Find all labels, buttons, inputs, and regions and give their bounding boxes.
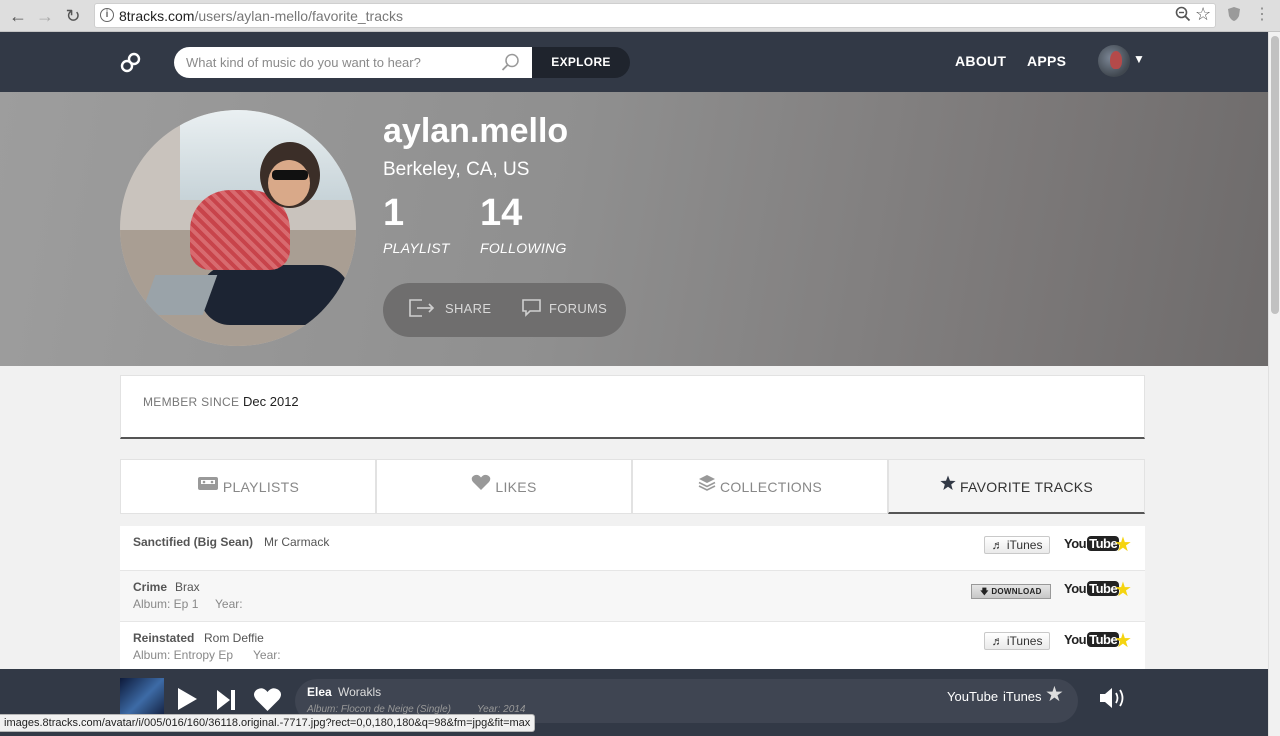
zoom-icon[interactable]: [1175, 6, 1191, 26]
about-link[interactable]: ABOUT: [955, 53, 1006, 69]
track-artist: Brax: [175, 580, 200, 594]
profile-actions: SHARE FORUMS: [383, 283, 626, 337]
browser-menu-icon[interactable]: ⋮: [1253, 4, 1271, 23]
track-artist: Rom Deffie: [204, 631, 264, 645]
play-icon[interactable]: [176, 687, 198, 716]
heart-icon: [471, 459, 491, 514]
url-text: 8tracks.com/users/aylan-mello/favorite_t…: [119, 8, 403, 24]
tab-playlists-label: PLAYLISTS: [222, 479, 300, 495]
extension-shield-icon[interactable]: [1225, 6, 1243, 24]
youtube-button[interactable]: You Tube: [1064, 581, 1120, 599]
track-year: Year:: [253, 648, 281, 662]
star-icon: [940, 459, 956, 514]
apps-link[interactable]: APPS: [1027, 53, 1066, 69]
explore-button[interactable]: EXPLORE: [532, 47, 630, 78]
download-label: DOWNLOAD: [991, 587, 1042, 596]
tab-collections[interactable]: COLLECTIONS: [632, 459, 888, 514]
status-url: images.8tracks.com/avatar/i/005/016/160/…: [0, 714, 536, 732]
user-avatar[interactable]: [1098, 45, 1130, 77]
caret-down-icon[interactable]: ▼: [1133, 52, 1145, 66]
member-since-value: Dec 2012: [243, 394, 299, 409]
itunes-label: iTunes: [1006, 538, 1043, 552]
avatar-photo-figure: [200, 265, 350, 325]
now-playing-artist: Worakls: [338, 685, 382, 699]
itunes-label: iTunes: [1006, 634, 1043, 648]
member-info-panel: MEMBER SINCE Dec 2012: [120, 375, 1145, 439]
youtube-button[interactable]: You Tube: [1064, 536, 1120, 554]
tab-favorite-tracks[interactable]: FAVORITE TRACKS: [888, 459, 1145, 514]
profile-hero: aylan.mello Berkeley, CA, US 1 PLAYLIST …: [0, 92, 1268, 366]
youtube-you: You: [1064, 632, 1087, 647]
reload-icon[interactable]: ↻: [61, 4, 85, 28]
player-youtube-link[interactable]: YouTube: [947, 689, 998, 704]
tab-favorite-tracks-label: FAVORITE TRACKS: [959, 479, 1094, 495]
track-artist: Mr Carmack: [264, 535, 330, 549]
profile-username: aylan.mello: [383, 112, 569, 150]
track-row: Sanctified (Big Sean) Mr Carmack ♬ iTune…: [120, 526, 1145, 571]
player-itunes-link[interactable]: iTunes: [1003, 689, 1042, 704]
profile-tabs: PLAYLISTS LIKES COLLECTIONS FAVORITE TRA…: [120, 459, 1145, 514]
member-since-label: MEMBER SINCE: [143, 395, 240, 409]
youtube-you: You: [1064, 536, 1087, 551]
favorite-star-icon[interactable]: ★: [1114, 532, 1132, 557]
playlist-count[interactable]: 1: [383, 192, 404, 235]
youtube-you: You: [1064, 581, 1087, 596]
following-label[interactable]: FOLLOWING: [480, 240, 567, 256]
track-title: Reinstated: [133, 631, 195, 645]
skip-icon[interactable]: [215, 689, 237, 716]
track-row: Crime Brax Album: Ep 1 Year: 🡇 DOWNLOAD …: [120, 571, 1145, 622]
share-icon[interactable]: [408, 298, 436, 318]
search-placeholder: What kind of music do you want to hear?: [186, 55, 421, 70]
forward-icon[interactable]: →: [33, 4, 57, 28]
track-row: Reinstated Rom Deffie Album: Entropy Ep …: [120, 622, 1145, 670]
tab-collections-label: COLLECTIONS: [719, 479, 823, 495]
track-album: Album: Ep 1: [133, 597, 199, 611]
site-header: What kind of music do you want to hear? …: [0, 32, 1268, 92]
youtube-button[interactable]: You Tube: [1064, 632, 1120, 650]
itunes-button[interactable]: ♬ iTunes: [984, 632, 1050, 650]
url-host: 8tracks.com: [119, 8, 195, 24]
download-button[interactable]: 🡇 DOWNLOAD: [971, 584, 1051, 599]
scrollbar-thumb[interactable]: [1271, 36, 1279, 314]
address-bar[interactable]: i 8tracks.com/users/aylan-mello/favorite…: [94, 3, 1216, 28]
now-playing-title: Elea: [307, 685, 332, 699]
track-title: Crime: [133, 580, 168, 594]
playlist-label[interactable]: PLAYLIST: [383, 240, 450, 256]
share-button[interactable]: SHARE: [445, 301, 491, 316]
avatar-photo-glasses: [272, 170, 308, 180]
search-icon[interactable]: [501, 53, 520, 72]
following-count[interactable]: 14: [480, 192, 522, 235]
search-input[interactable]: What kind of music do you want to hear?: [174, 47, 532, 78]
back-icon[interactable]: ←: [6, 4, 30, 28]
favorite-star-icon[interactable]: ★: [1114, 628, 1132, 653]
player-star-icon[interactable]: ★: [1045, 682, 1064, 707]
volume-icon[interactable]: [1099, 687, 1129, 709]
cassette-icon: [197, 459, 219, 514]
tab-likes-label: LIKES: [495, 479, 537, 495]
bookmark-star-icon[interactable]: ☆: [1195, 4, 1211, 25]
8tracks-logo-icon[interactable]: [119, 51, 143, 75]
profile-location: Berkeley, CA, US: [383, 159, 530, 180]
tab-likes[interactable]: LIKES: [376, 459, 632, 514]
url-path: /users/aylan-mello/favorite_tracks: [194, 8, 403, 24]
profile-avatar[interactable]: [120, 110, 356, 346]
page-scrollbar[interactable]: [1268, 32, 1280, 736]
forums-button[interactable]: FORUMS: [549, 301, 607, 316]
itunes-button[interactable]: ♬ iTunes: [984, 536, 1050, 554]
track-year: Year:: [215, 597, 243, 611]
site-info-icon[interactable]: i: [100, 8, 114, 22]
browser-toolbar: ← → ↻ i 8tracks.com/users/aylan-mello/fa…: [0, 0, 1280, 32]
layers-icon: [698, 459, 716, 514]
track-title: Sanctified (Big Sean): [133, 535, 254, 549]
forums-icon[interactable]: [521, 298, 549, 318]
favorite-star-icon[interactable]: ★: [1114, 577, 1132, 602]
tab-playlists[interactable]: PLAYLISTS: [120, 459, 376, 514]
like-heart-icon[interactable]: [253, 687, 282, 717]
avatar-photo-face: [268, 160, 310, 206]
track-album: Album: Entropy Ep: [133, 648, 234, 662]
